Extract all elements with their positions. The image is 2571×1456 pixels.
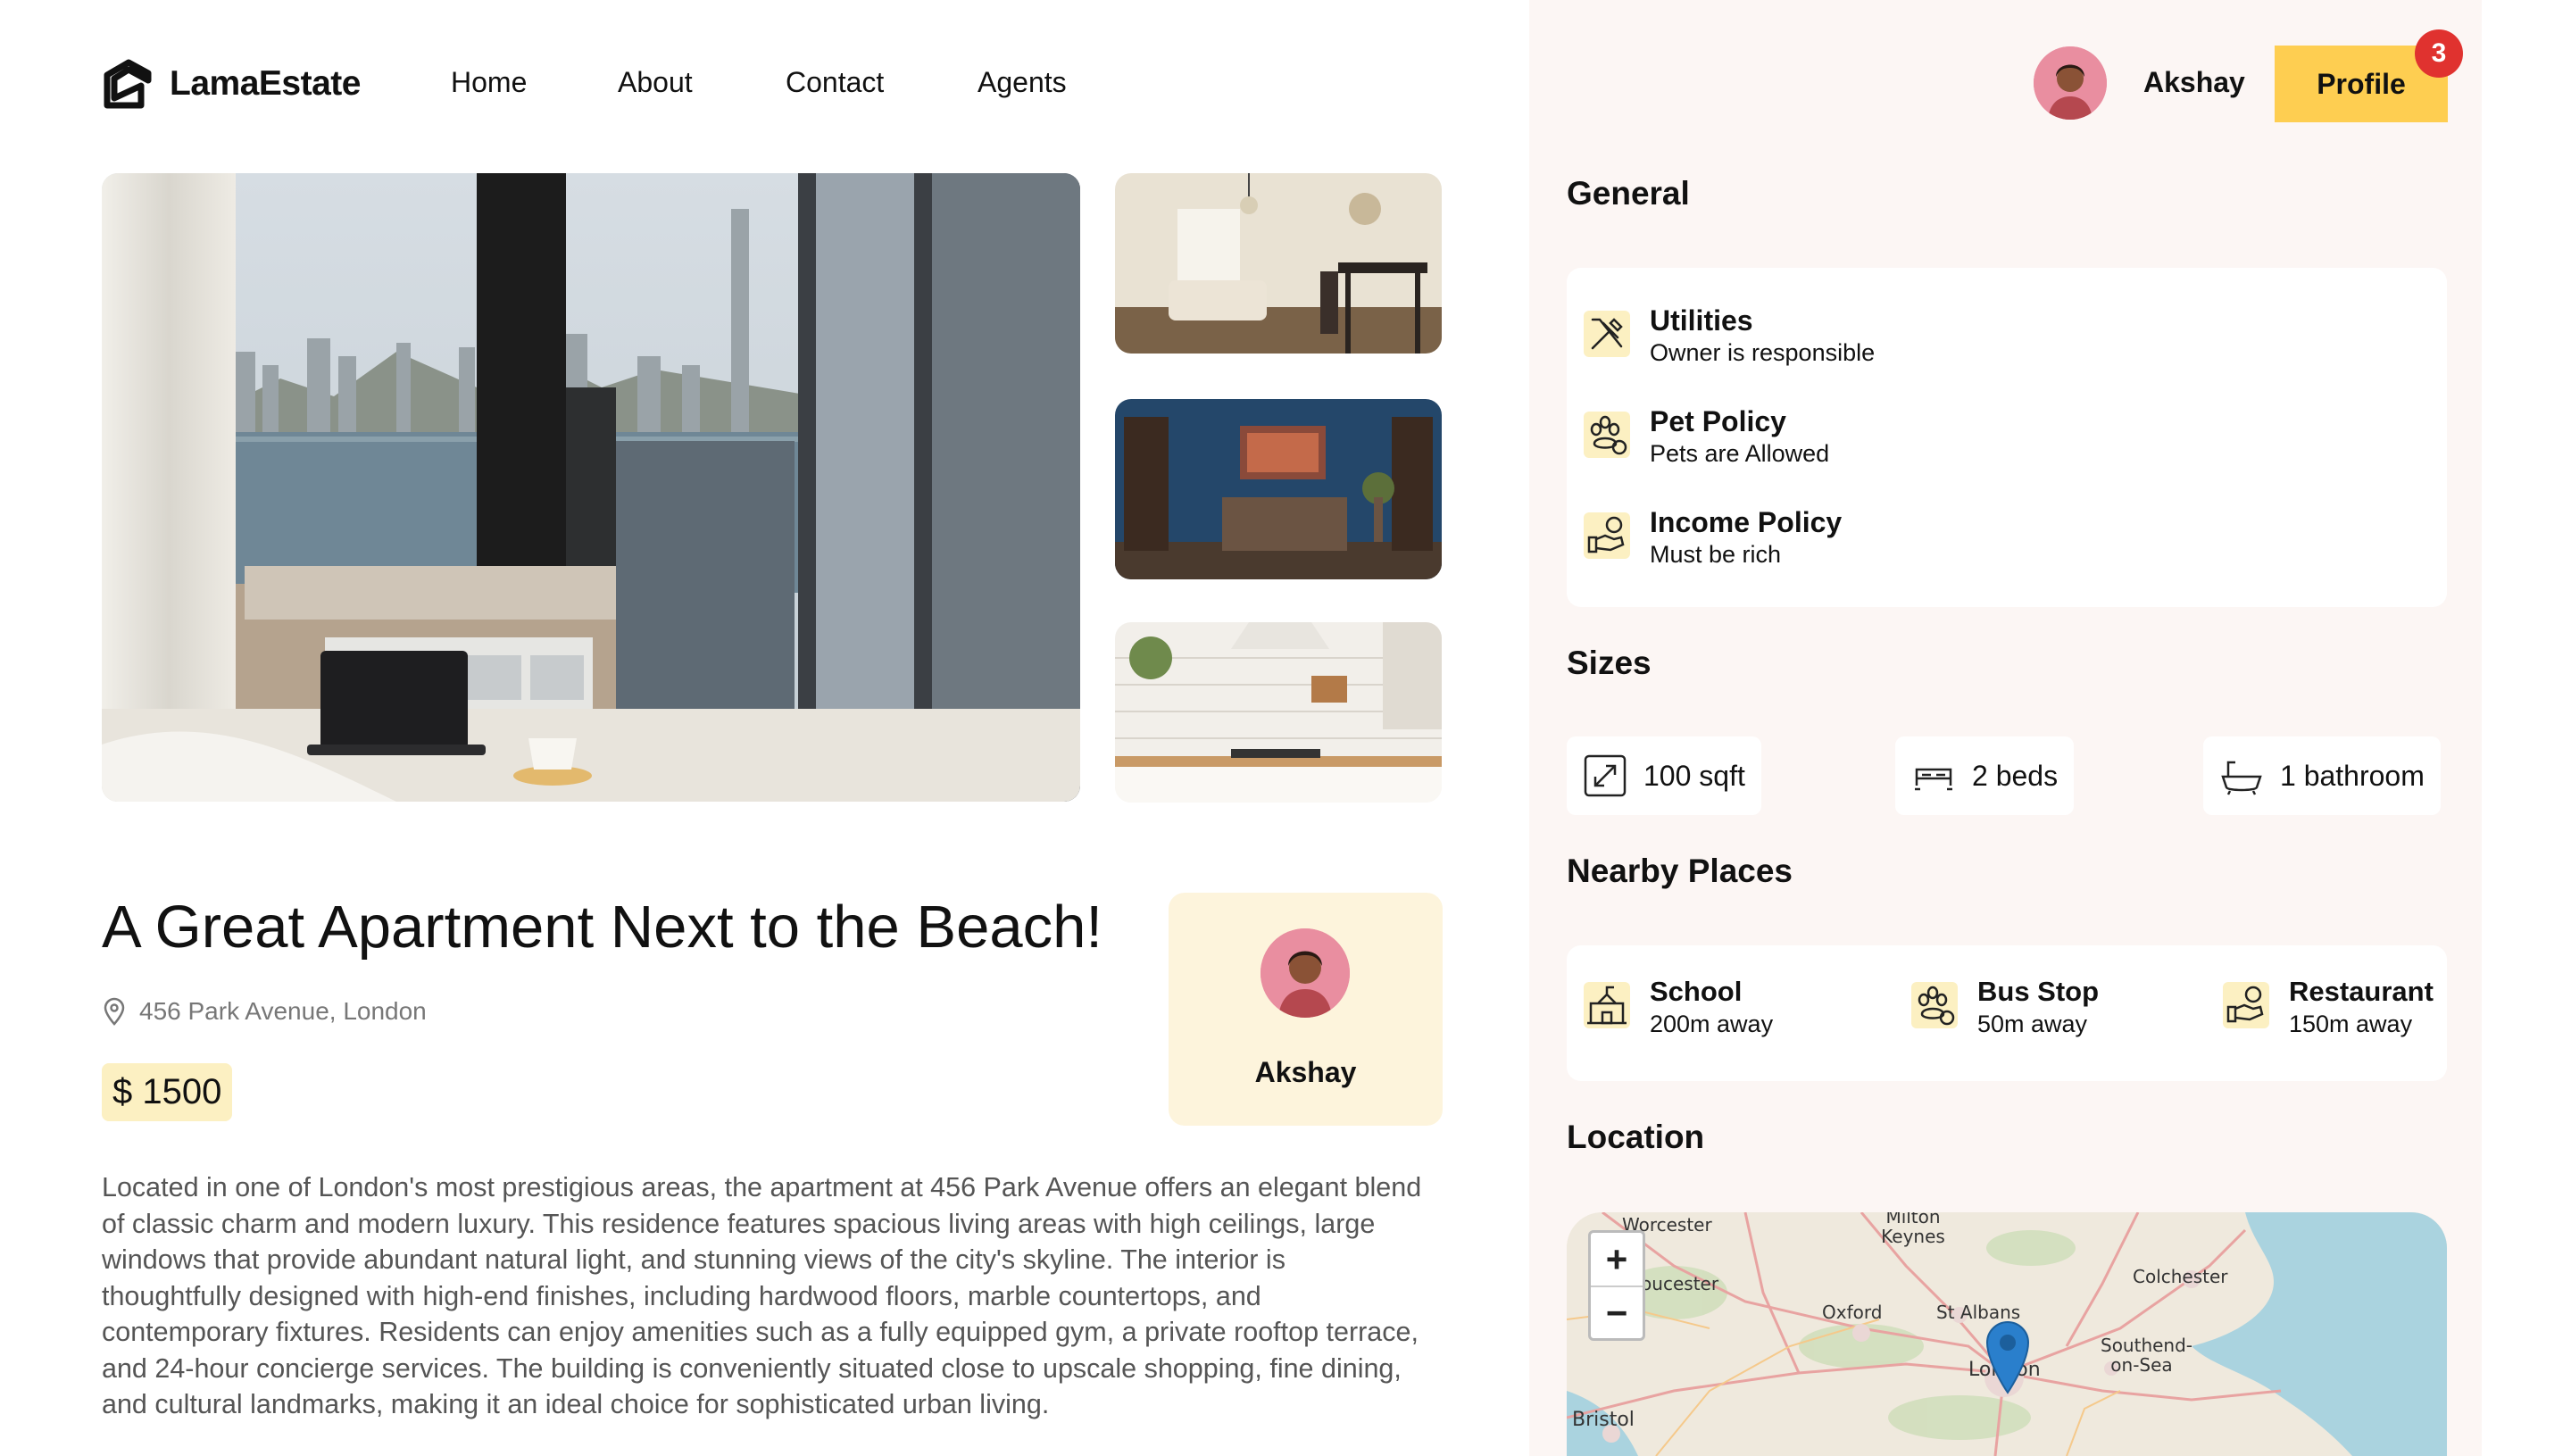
size-label: 2 beds — [1972, 759, 2059, 792]
pet-icon — [1584, 412, 1630, 458]
zoom-in-button[interactable]: + — [1591, 1233, 1643, 1285]
thumbnail-kitchen[interactable] — [1115, 622, 1442, 803]
property-description: Located in one of London's most prestigi… — [102, 1172, 1422, 1419]
map-place-label: Colchester — [2133, 1266, 2228, 1287]
fee-icon — [1584, 512, 1630, 559]
nav-home-link[interactable]: Home — [451, 66, 527, 99]
feature-income-policy: Income Policy Must be rich — [1584, 505, 1842, 570]
map-place-label: Bristol — [1572, 1409, 1635, 1431]
location-pin-icon — [104, 997, 125, 1026]
owner-name: Akshay — [1254, 1056, 1357, 1088]
pet-icon — [1911, 982, 1958, 1028]
nearby-title-text: School — [1650, 976, 1743, 1007]
map-place-label: Oxford — [1822, 1302, 1883, 1323]
feature-title: Pet Policy — [1650, 405, 1786, 437]
size-beds: 2 beds — [1895, 736, 2075, 815]
map-place-label: Southend-on-Sea — [2101, 1335, 2193, 1376]
feature-subtitle: Owner is responsible — [1650, 339, 1876, 366]
nearby-title: Nearby Places — [1567, 853, 1793, 889]
nearby-distance: 50m away — [1977, 1011, 2088, 1037]
sizes-title: Sizes — [1567, 645, 1652, 681]
feature-title: Utilities — [1650, 304, 1753, 337]
address-text: 456 Park Avenue, London — [139, 997, 427, 1025]
feature-title: Income Policy — [1650, 506, 1843, 538]
owner-card[interactable]: Akshay — [1169, 893, 1443, 1126]
nearby-distance: 200m away — [1650, 1011, 1774, 1037]
general-title: General — [1567, 175, 1690, 212]
nearby-title-text: Restaurant — [2289, 976, 2434, 1007]
map-place-label: Milton Keynes — [1881, 1212, 1945, 1247]
location-map[interactable]: Worcester Milton Keynes Colchester Glouc… — [1567, 1212, 2447, 1456]
nearby-bus-stop: Bus Stop 50m away — [1911, 975, 2099, 1039]
feature-pet-policy: Pet Policy Pets are Allowed — [1584, 404, 1829, 469]
location-title: Location — [1567, 1119, 1705, 1155]
map-marker-icon[interactable] — [1984, 1318, 2032, 1394]
thumbnail-living-room[interactable] — [1115, 173, 1442, 354]
user-avatar[interactable] — [2034, 46, 2107, 120]
logo[interactable]: LamaEstate — [102, 59, 361, 109]
nearby-distance: 150m away — [2289, 1011, 2413, 1037]
property-address: 456 Park Avenue, London — [102, 997, 427, 1026]
map-zoom-control: + − — [1588, 1230, 1645, 1341]
nearby-title-text: Bus Stop — [1977, 976, 2100, 1007]
price-badge: $ 1500 — [102, 1063, 233, 1121]
nav-agents-link[interactable]: Agents — [978, 66, 1067, 99]
thumbnail-study-room[interactable] — [1115, 399, 1442, 579]
school-icon — [1584, 982, 1630, 1028]
logo-icon — [104, 59, 152, 109]
nav-contact-link[interactable]: Contact — [786, 66, 884, 99]
brand-name: LamaEstate — [170, 64, 361, 103]
nav-user-name: Akshay — [2143, 66, 2245, 98]
utility-icon — [1584, 311, 1630, 357]
owner-avatar — [1261, 928, 1350, 1018]
size-label: 1 bathroom — [2280, 759, 2425, 792]
size-area: 100 sqft — [1567, 736, 1761, 815]
nearby-school: School 200m away — [1584, 975, 1773, 1039]
property-title: A Great Apartment Next to the Beach! — [102, 894, 1103, 961]
fee-icon — [2223, 982, 2269, 1028]
feature-utilities: Utilities Owner is responsible — [1584, 304, 1875, 368]
bath-icon — [2221, 761, 2262, 795]
notification-badge: 3 — [2415, 29, 2463, 78]
nav-about-link[interactable]: About — [618, 66, 693, 99]
bed-icon — [1915, 768, 1952, 791]
size-icon — [1584, 754, 1627, 797]
main-property-image[interactable] — [102, 173, 1080, 802]
size-bathroom: 1 bathroom — [2203, 736, 2441, 815]
size-label: 100 sqft — [1643, 759, 1745, 792]
nearby-restaurant: Restaurant 150m away — [2223, 975, 2434, 1039]
feature-subtitle: Must be rich — [1650, 541, 1782, 568]
feature-subtitle: Pets are Allowed — [1650, 440, 1830, 467]
zoom-out-button[interactable]: − — [1591, 1285, 1643, 1338]
